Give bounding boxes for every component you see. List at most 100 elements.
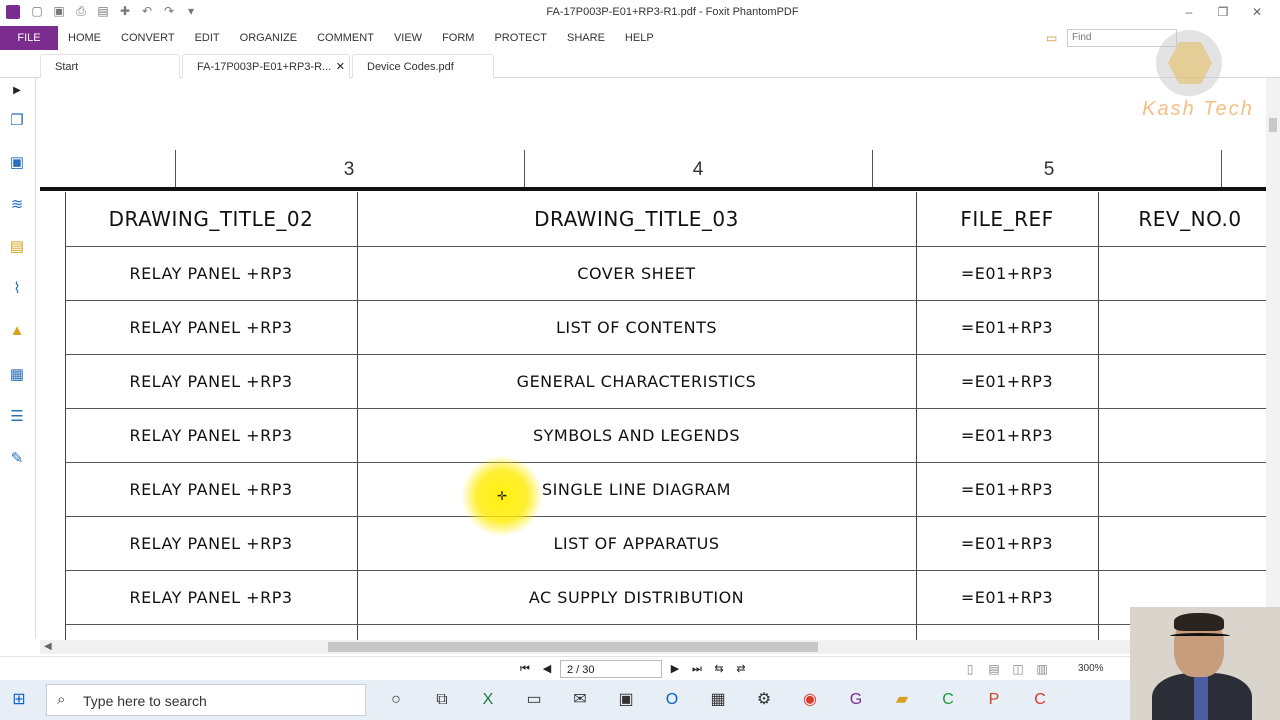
layers-icon[interactable]: ≋ xyxy=(6,194,28,216)
tools-icon[interactable]: ✎ xyxy=(6,448,28,470)
column-header: FILE_REF xyxy=(960,207,1054,231)
tab-start[interactable]: Start xyxy=(40,54,180,78)
last-page-icon[interactable]: ⏭ xyxy=(688,660,706,678)
page-display-modes: ▯ ▤ ◫ ▥ xyxy=(962,661,1050,677)
page-navigation: ⏮ ◀ 2 / 30 ▶ ⏭ ⇆ ⇄ xyxy=(516,660,750,678)
pages-icon[interactable]: ▣ xyxy=(6,152,28,174)
ribbon-tab-share[interactable]: SHARE xyxy=(557,26,615,50)
ribbon-tab-protect[interactable]: PROTECT xyxy=(484,26,557,50)
file-explorer-icon[interactable]: ▰ xyxy=(884,686,920,714)
column-divider xyxy=(872,150,873,188)
document-viewport[interactable]: 3 4 5 DRAWING_TITLE_02 DRAWING_TITLE_03 … xyxy=(40,78,1266,640)
ribbon-tab-edit[interactable]: EDIT xyxy=(185,26,230,50)
snipping-icon[interactable]: ▭ xyxy=(516,686,552,714)
ribbon-tab-view[interactable]: VIEW xyxy=(384,26,432,50)
scroll-left-icon[interactable]: ◀ xyxy=(44,640,52,654)
continuous-facing-icon[interactable]: ▥ xyxy=(1034,661,1050,677)
table-cell: RELAY PANEL +RP3 xyxy=(129,587,293,607)
column-header: DRAWING_TITLE_03 xyxy=(534,207,739,231)
outlook-icon[interactable]: O xyxy=(654,686,690,714)
attachments-icon[interactable]: ⌇ xyxy=(6,278,28,300)
facing-page-icon[interactable]: ◫ xyxy=(1010,661,1026,677)
document-tab-strip: Start FA-17P003P-E01+RP3-R... ✕ Device C… xyxy=(0,52,1280,78)
table-cell xyxy=(1098,246,1266,300)
window-title: FA-17P003P-E01+RP3-R1.pdf - Foxit Phanto… xyxy=(546,6,799,18)
bookmark-icon[interactable]: ❐ xyxy=(6,110,28,132)
table-cell: RELAY PANEL +RP3 xyxy=(129,425,293,445)
first-page-icon[interactable]: ⏮ xyxy=(516,660,534,678)
next-page-icon[interactable]: ▶ xyxy=(666,660,684,678)
comments-icon[interactable]: ▤ xyxy=(6,236,28,258)
mouse-cursor-icon: ✛ xyxy=(496,489,508,503)
horizontal-scrollbar[interactable]: ◀ xyxy=(40,640,1266,654)
previous-view-icon[interactable]: ⇆ xyxy=(710,660,728,678)
tab-device-codes[interactable]: Device Codes.pdf xyxy=(352,54,494,78)
presenter-webcam-overlay xyxy=(1130,607,1280,720)
search-icon: ⌕ xyxy=(57,691,66,708)
table-cell: RELAY PANEL +RP3 xyxy=(129,479,293,499)
task-view-icon[interactable]: ⧉ xyxy=(424,686,460,714)
table-cell xyxy=(1098,408,1266,462)
excel-icon[interactable]: X xyxy=(470,686,506,714)
file-menu-button[interactable]: FILE xyxy=(0,26,58,50)
table-cell: RELAY PANEL +RP3 xyxy=(129,371,293,391)
settings-icon[interactable]: ⚙ xyxy=(746,686,782,714)
table-cell: =E01+RP3 xyxy=(960,479,1054,499)
navigation-panel: ▶ ❐ ▣ ≋ ▤ ⌇ ▲ ▦ ☰ ✎ xyxy=(0,78,36,638)
table-cell: SINGLE LINE DIAGRAM xyxy=(542,479,731,499)
ribbon-tab-comment[interactable]: COMMENT xyxy=(307,26,384,50)
single-page-icon[interactable]: ▯ xyxy=(962,661,978,677)
table-cell xyxy=(1098,516,1266,570)
ribbon-tab-form[interactable]: FORM xyxy=(432,26,484,50)
security-lock-icon[interactable]: ▲ xyxy=(6,320,28,342)
ribbon-tab-convert[interactable]: CONVERT xyxy=(111,26,185,50)
table-cell: =E01+RP3 xyxy=(960,533,1054,553)
tab-label: Device Codes.pdf xyxy=(367,61,454,73)
table-cell: LIST OF CONTENTS xyxy=(555,317,718,337)
next-view-icon[interactable]: ⇄ xyxy=(732,660,750,678)
table-cell: SYMBOLS AND LEGENDS xyxy=(533,425,740,445)
camtasia-icon[interactable]: C xyxy=(930,686,966,714)
store-icon[interactable]: ▣ xyxy=(608,686,644,714)
table-cell: LIST OF APPARATUS xyxy=(553,533,720,553)
presenter-hair xyxy=(1174,613,1224,631)
ribbon-tab-help[interactable]: HELP xyxy=(615,26,664,50)
column-number: 4 xyxy=(692,159,704,180)
file-info-icon[interactable]: ▦ xyxy=(6,364,28,386)
tab-current-document[interactable]: FA-17P003P-E01+RP3-R... ✕ xyxy=(182,54,350,78)
previous-page-icon[interactable]: ◀ xyxy=(538,660,556,678)
table-cell: RELAY PANEL +RP3 xyxy=(129,533,293,553)
calculator-icon[interactable]: ▦ xyxy=(700,686,736,714)
table-cell xyxy=(1098,354,1266,408)
chrome-icon[interactable]: ◉ xyxy=(792,686,828,714)
ribbon-menu-bar: FILE HOME CONVERT EDIT ORGANIZE COMMENT … xyxy=(0,26,1280,50)
windows-start-icon[interactable]: ⊞ xyxy=(8,690,30,710)
watermark-text: Kash Tech xyxy=(1142,98,1254,120)
column-number: 5 xyxy=(1043,159,1055,180)
table-cell: =E01+RP3 xyxy=(960,425,1054,445)
foxit-icon[interactable]: G xyxy=(838,686,874,714)
close-tab-icon[interactable]: ✕ xyxy=(336,55,345,79)
ribbon-tab-organize[interactable]: ORGANIZE xyxy=(230,26,307,50)
column-header: DRAWING_TITLE_02 xyxy=(108,207,314,231)
frame-border xyxy=(40,187,1266,191)
page-number-field[interactable]: 2 / 30 xyxy=(560,660,662,678)
table-cell: GENERAL CHARACTERISTICS xyxy=(516,371,757,391)
zoom-level[interactable]: 300% xyxy=(1078,663,1104,674)
find-folder-icon[interactable]: ▭ xyxy=(1046,31,1062,45)
horizontal-scroll-thumb[interactable] xyxy=(328,642,818,652)
mail-icon[interactable]: ✉ xyxy=(562,686,598,714)
headset-icon xyxy=(1170,633,1230,639)
recorder-icon[interactable]: C xyxy=(1022,686,1058,714)
form-fields-icon[interactable]: ☰ xyxy=(6,406,28,428)
table-cell: COVER SHEET xyxy=(577,263,696,283)
powerpoint-icon[interactable]: P xyxy=(976,686,1012,714)
ribbon-tab-home[interactable]: HOME xyxy=(58,26,111,50)
continuous-page-icon[interactable]: ▤ xyxy=(986,661,1002,677)
taskbar-search-box[interactable]: ⌕ Type here to search xyxy=(46,684,366,716)
cortana-icon[interactable]: ○ xyxy=(378,686,414,714)
table-cell: AC SUPPLY DISTRIBUTION xyxy=(528,587,745,607)
vertical-scroll-thumb[interactable] xyxy=(1269,118,1277,132)
expand-panel-icon[interactable]: ▶ xyxy=(6,80,28,102)
vertical-scrollbar[interactable] xyxy=(1266,78,1280,640)
